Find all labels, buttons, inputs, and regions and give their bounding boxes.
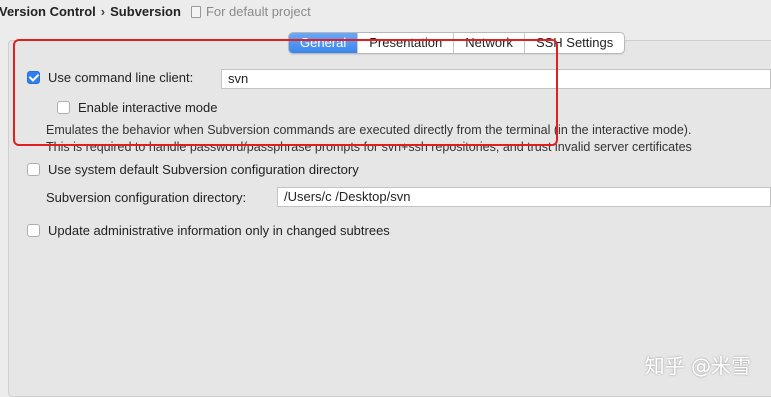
- tab-presentation[interactable]: Presentation: [357, 33, 453, 53]
- update-subtrees-row: Update administrative information only i…: [27, 223, 390, 238]
- breadcrumb: Version Control › Subversion For default…: [0, 0, 771, 22]
- use-system-default-config-checkbox[interactable]: [27, 163, 40, 176]
- system-default-config-row: Use system default Subversion configurat…: [27, 162, 359, 177]
- tab-ssh-settings[interactable]: SSH Settings: [523, 33, 624, 53]
- config-directory-input[interactable]: /Users/c /Desktop/svn: [277, 187, 771, 207]
- breadcrumb-scope-hint: For default project: [205, 3, 311, 19]
- enable-interactive-mode-label: Enable interactive mode: [78, 100, 218, 115]
- tab-general[interactable]: General: [289, 33, 358, 53]
- command-line-client-row: Use command line client:: [27, 70, 193, 85]
- interactive-mode-description-2: This is required to handle password/pass…: [46, 140, 692, 154]
- interactive-mode-row: Enable interactive mode: [57, 100, 217, 115]
- use-system-default-config-label: Use system default Subversion configurat…: [48, 162, 359, 177]
- watermark: 知乎 @米雪: [644, 354, 751, 378]
- config-directory-label: Subversion configuration directory:: [46, 190, 247, 205]
- breadcrumb-version-control[interactable]: Version Control: [0, 4, 96, 19]
- config-directory-row: Subversion configuration directory:: [46, 190, 246, 205]
- enable-interactive-mode-checkbox[interactable]: [57, 101, 70, 114]
- use-command-line-client-label: Use command line client:: [48, 70, 194, 85]
- settings-panel: [8, 40, 771, 397]
- update-changed-subtrees-checkbox[interactable]: [27, 224, 40, 237]
- project-settings-icon: [190, 6, 201, 18]
- tab-bar: General Presentation Network SSH Setting…: [288, 32, 626, 54]
- breadcrumb-separator-icon: ›: [100, 3, 106, 19]
- update-changed-subtrees-label: Update administrative information only i…: [48, 223, 390, 238]
- use-command-line-client-checkbox[interactable]: [27, 71, 40, 84]
- breadcrumb-subversion: Subversion: [110, 3, 181, 19]
- tab-network[interactable]: Network: [453, 33, 524, 53]
- interactive-mode-description-1: Emulates the behavior when Subversion co…: [46, 123, 692, 137]
- command-line-client-input[interactable]: svn: [221, 69, 771, 89]
